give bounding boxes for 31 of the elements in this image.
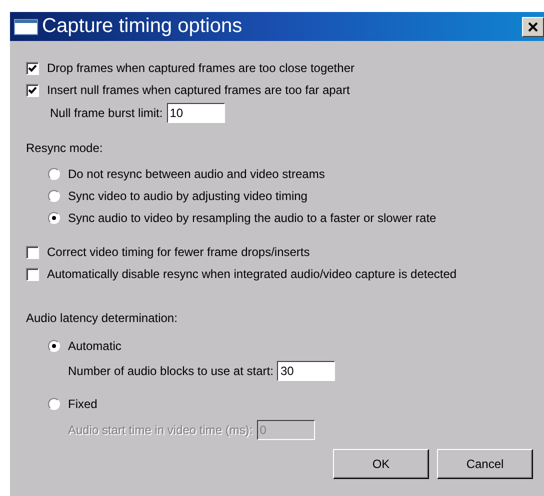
checkbox[interactable] — [26, 62, 39, 74]
dialog-button[interactable]: Cancel — [437, 449, 533, 479]
checkbox-label: Insert null frames when captured frames are too far apart — [47, 83, 350, 97]
checkbox[interactable] — [26, 84, 39, 96]
window-title: Capture timing options — [42, 15, 244, 38]
checkbox-label: Automatically disable resync when integrated audio/video capture is detected — [47, 267, 457, 281]
field-label: Null frame burst limit: — [50, 106, 163, 120]
section-label: Resync mode: — [26, 141, 103, 155]
radio-label: Fixed — [68, 397, 98, 411]
close-icon — [528, 22, 538, 32]
radio-label: Automatic — [68, 339, 122, 353]
radio-button[interactable] — [48, 212, 60, 224]
checkbox-label: Drop frames when captured frames are too close together — [47, 61, 354, 75]
close-button[interactable] — [522, 16, 544, 36]
field-label: Audio start time in video time (ms): — [68, 423, 253, 437]
checkbox[interactable] — [26, 246, 39, 258]
checkbox[interactable] — [26, 268, 39, 280]
dialog-button[interactable]: OK — [333, 449, 429, 479]
input-field[interactable]: 30 — [277, 361, 336, 381]
window-icon — [14, 18, 38, 34]
radio-button[interactable] — [48, 168, 60, 180]
field-label: Number of audio blocks to use at start: — [68, 364, 274, 378]
radio-button[interactable] — [48, 190, 60, 202]
input-field[interactable]: 10 — [166, 103, 225, 123]
section-label: Audio latency determination: — [26, 311, 178, 325]
radio-label: Do not resync between audio and video streams — [68, 167, 325, 181]
radio-label: Sync video to audio by adjusting video timing — [68, 189, 308, 203]
radio-button[interactable] — [48, 340, 60, 352]
radio-label: Sync audio to video by resampling the audio to a faster or slower rate — [68, 211, 436, 225]
checkbox-label: Correct video timing for fewer frame drops/inserts — [47, 245, 310, 259]
radio-button[interactable] — [48, 398, 60, 410]
